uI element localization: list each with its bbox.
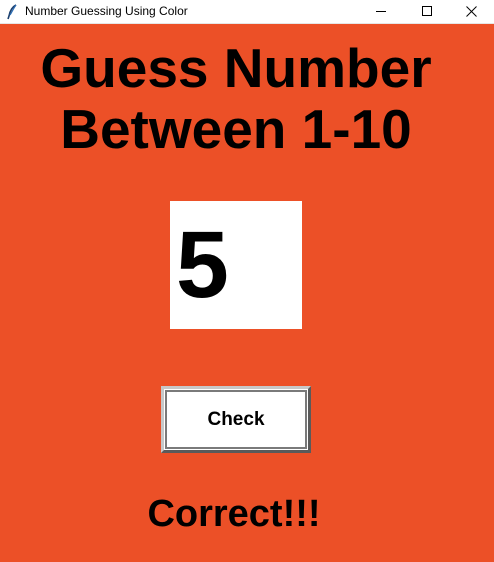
- minimize-icon: [376, 11, 386, 12]
- guess-input[interactable]: [170, 201, 302, 329]
- maximize-button[interactable]: [404, 0, 450, 23]
- result-message: Correct!!!: [147, 493, 321, 535]
- title-bar: Number Guessing Using Color: [0, 0, 494, 24]
- close-icon: [466, 6, 477, 17]
- title-line-1: Guess Number: [40, 37, 432, 99]
- page-title: Guess Number Between 1-10: [0, 38, 472, 160]
- minimize-button[interactable]: [358, 0, 404, 23]
- maximize-icon: [422, 6, 432, 16]
- close-button[interactable]: [448, 0, 494, 23]
- app-window-body: Guess Number Between 1-10 Check Correct!…: [0, 24, 494, 562]
- check-button[interactable]: Check: [161, 386, 311, 453]
- window-title: Number Guessing Using Color: [25, 4, 188, 18]
- feather-icon: [6, 4, 18, 20]
- title-line-2: Between 1-10: [60, 98, 412, 160]
